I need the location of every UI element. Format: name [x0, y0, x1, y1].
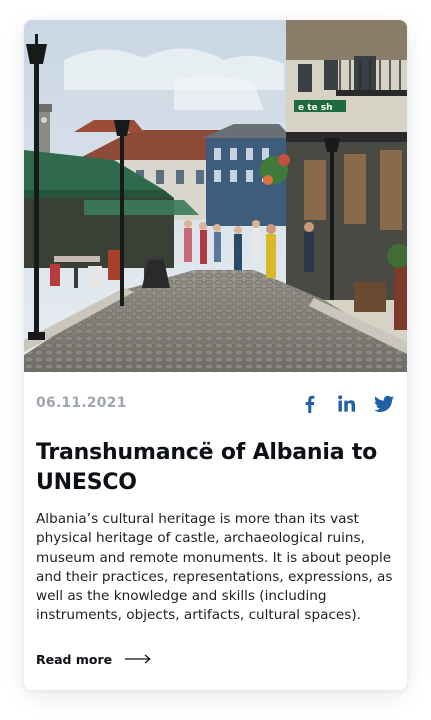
share-links: [284, 394, 395, 414]
facebook-icon: [305, 395, 315, 413]
arrow-right-icon: [125, 654, 151, 664]
read-more-label: Read more: [36, 651, 113, 667]
article-date: 06.11.2021: [36, 395, 127, 411]
linkedin-share-link[interactable]: [336, 394, 358, 414]
shop-sign-text: e te sh: [298, 103, 333, 113]
article-title[interactable]: Transhumancë of Albania to UNESCO: [36, 438, 397, 498]
article-description: Albania’s cultural heritage is more than…: [36, 511, 393, 624]
linkedin-icon: [338, 395, 355, 412]
twitter-icon: [374, 395, 394, 412]
twitter-share-link[interactable]: [373, 394, 395, 414]
article-image[interactable]: e te sh: [24, 20, 407, 372]
read-more-link[interactable]: Read more: [36, 650, 151, 668]
street-photo: e te sh: [24, 20, 407, 372]
article-meta: 06.11.2021: [36, 394, 395, 414]
article-card: e te sh 06.11.2021 Transhumancë of Alban…: [24, 20, 407, 690]
facebook-share-link[interactable]: [299, 394, 321, 414]
